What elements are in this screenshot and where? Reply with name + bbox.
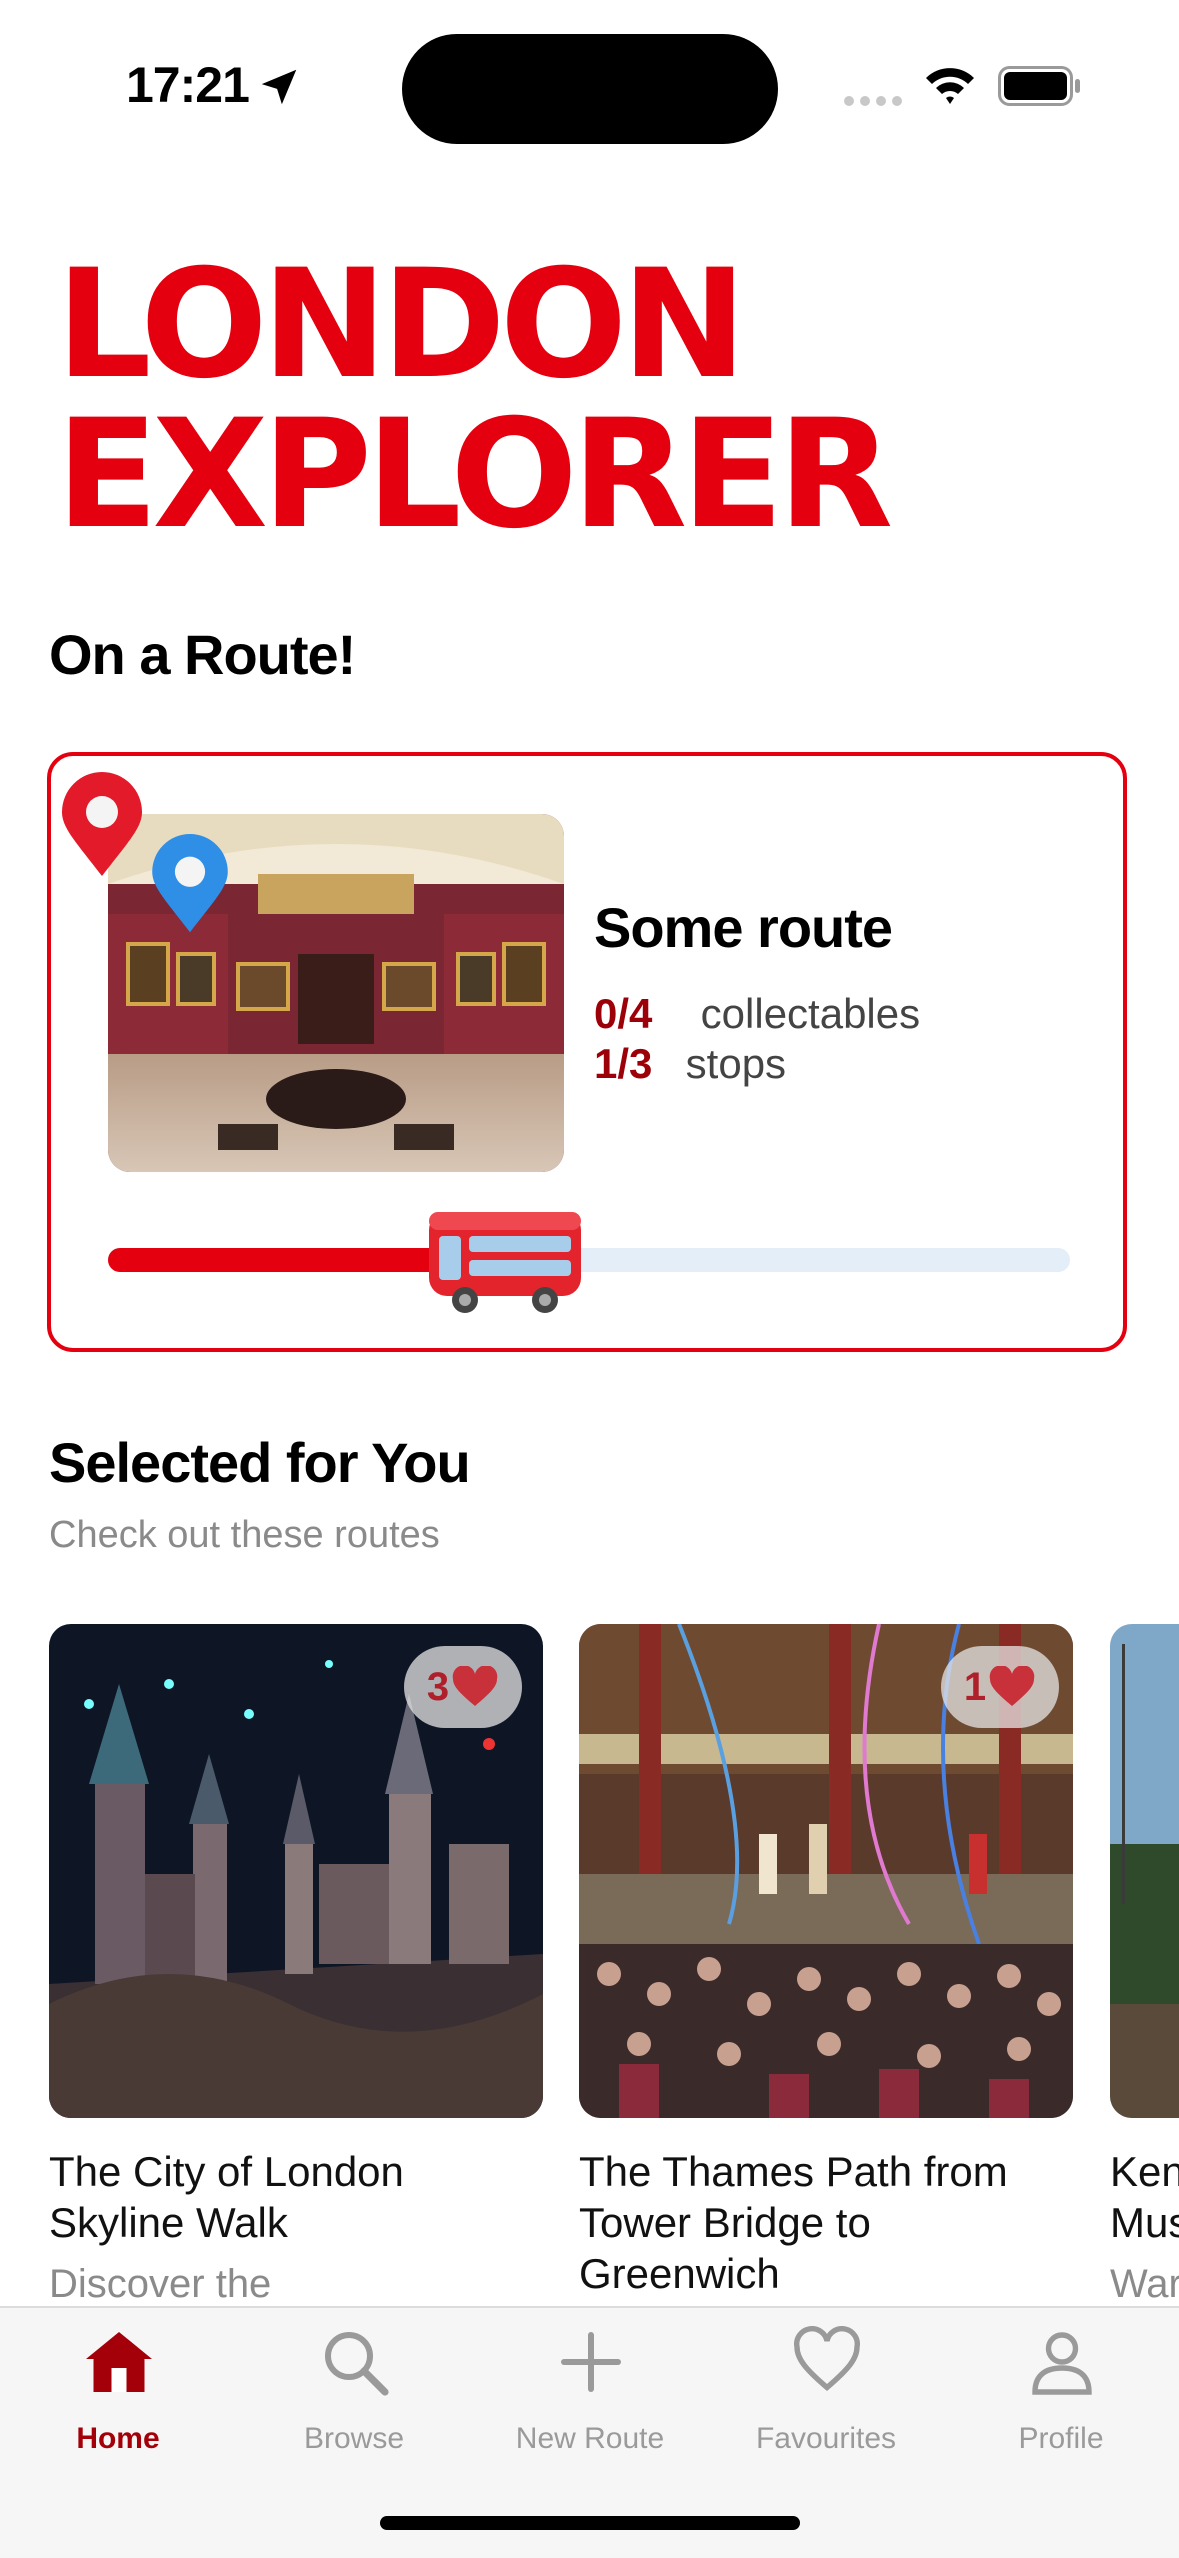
like-badge[interactable]: 3	[404, 1646, 522, 1728]
status-time: 17:21	[126, 57, 250, 113]
heart-icon	[452, 1666, 498, 1706]
plus-icon	[561, 2332, 621, 2392]
selected-subtitle: Check out these routes	[49, 1514, 440, 1556]
selected-heading: Selected for You	[49, 1431, 471, 1494]
collectables-count: 0/4	[594, 990, 653, 1037]
tab-label: Favourites	[755, 2422, 897, 2455]
stops-stat: 1/3 stops	[594, 1040, 786, 1088]
tab-favourites[interactable]: Favourites	[708, 2318, 944, 2458]
like-badge[interactable]: 1	[941, 1646, 1059, 1728]
dynamic-island	[402, 34, 778, 144]
wifi-icon	[926, 68, 974, 104]
route-card-title[interactable]: The Thames Path from Tower Bridge to Gre…	[579, 2146, 1073, 2299]
tab-label: Home	[76, 2422, 160, 2455]
london-explorer-logo: LONDON EXPLORER	[56, 238, 893, 562]
logo-line-1: LONDON	[56, 238, 747, 412]
tab-profile[interactable]: Profile	[943, 2318, 1179, 2458]
tab-new-route[interactable]: New Route	[472, 2318, 708, 2458]
red-pin-icon	[62, 772, 142, 876]
home-indicator	[380, 2516, 800, 2530]
route-card-title[interactable]: Ken Mus	[1110, 2146, 1179, 2248]
location-arrow-icon	[261, 69, 297, 105]
route-card-description: Discover the	[49, 2262, 272, 2306]
heart-icon	[794, 2326, 860, 2392]
tab-home[interactable]: Home	[0, 2318, 236, 2458]
bus-icon	[429, 1212, 581, 1313]
collectables-label: collectables	[700, 990, 921, 1037]
blue-pin-icon	[152, 834, 228, 933]
route-card-image[interactable]	[1110, 1624, 1179, 2118]
tab-label: New Route	[515, 2422, 665, 2455]
on-route-heading: On a Route!	[49, 623, 356, 686]
search-icon	[325, 2332, 389, 2396]
heart-icon	[989, 1666, 1035, 1706]
collectables-stat: 0/4 collectables	[594, 990, 920, 1038]
tab-label: Profile	[1018, 2422, 1104, 2455]
tab-label: Browse	[303, 2422, 405, 2455]
like-count: 3	[426, 1664, 450, 1709]
signal-icon	[844, 96, 904, 106]
route-card-description: War	[1110, 2262, 1179, 2306]
route-card-title[interactable]: The City of London Skyline Walk	[49, 2146, 543, 2248]
logo-line-2: EXPLORER	[56, 388, 893, 562]
battery-icon	[998, 66, 1080, 106]
tab-browse[interactable]: Browse	[236, 2318, 472, 2458]
route-name: Some route	[594, 896, 893, 959]
person-icon	[1032, 2332, 1092, 2395]
like-count: 1	[963, 1664, 987, 1709]
house-icon	[86, 2332, 152, 2392]
stops-label: stops	[685, 1040, 787, 1087]
stops-count: 1/3	[594, 1040, 653, 1087]
